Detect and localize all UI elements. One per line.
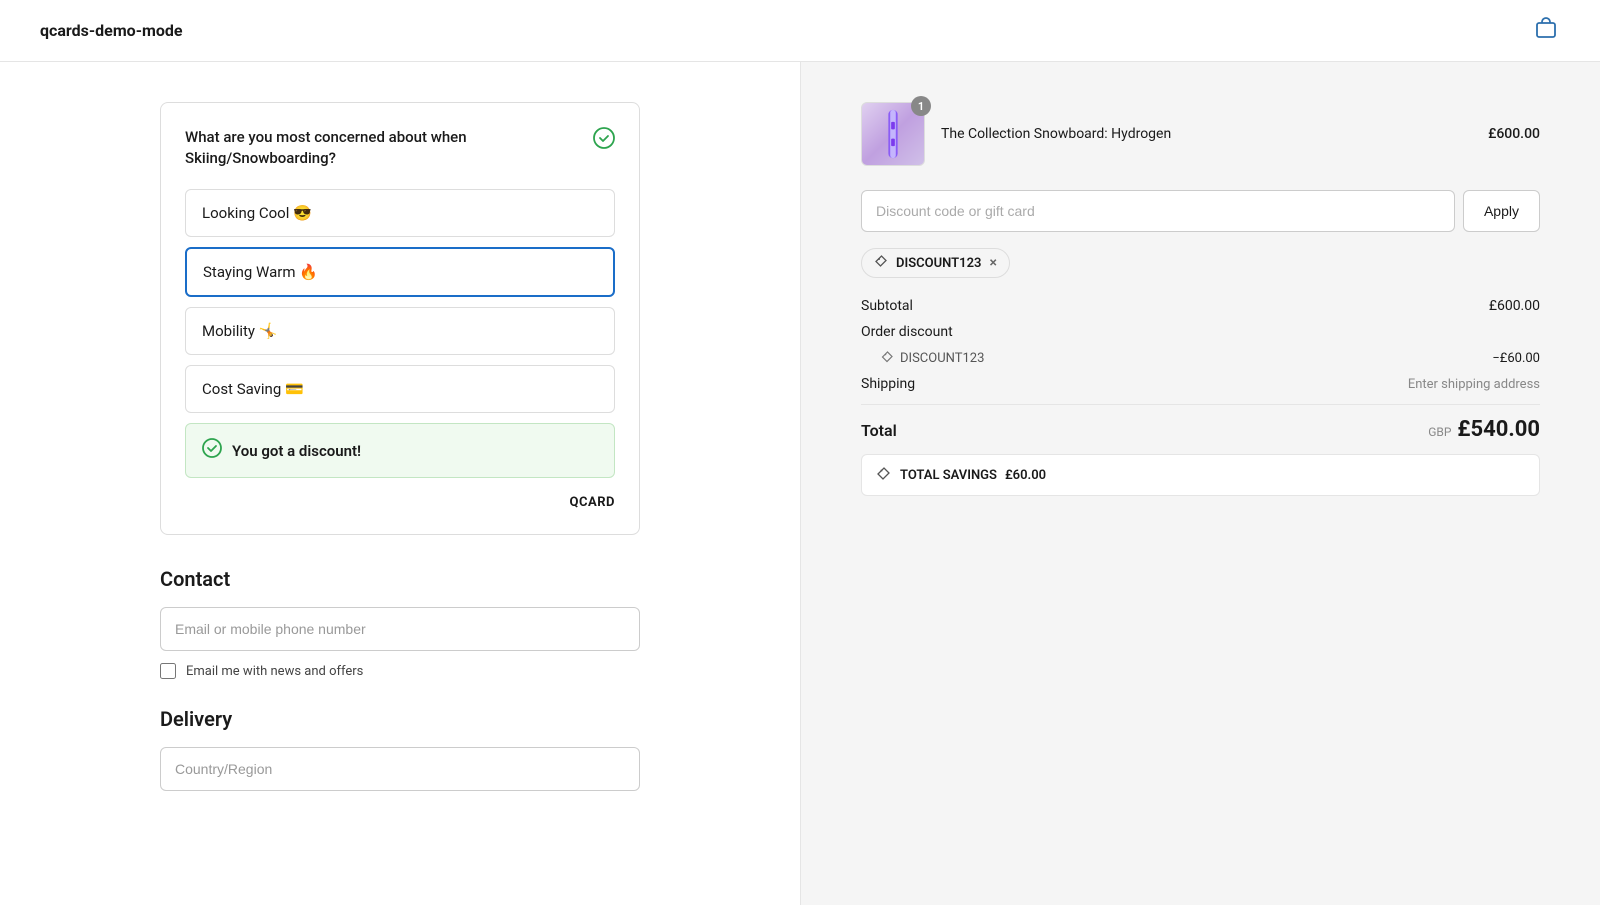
discount-code-label: DISCOUNT123 bbox=[900, 351, 984, 366]
delivery-section: Delivery bbox=[160, 707, 640, 791]
option-cost-saving[interactable]: Cost Saving 💳 bbox=[185, 365, 615, 413]
product-quantity-badge: 1 bbox=[911, 96, 931, 116]
qcard-brand-label: QCARD bbox=[570, 495, 615, 510]
option-label: Cost Saving 💳 bbox=[202, 380, 304, 398]
applied-discount-tag: DISCOUNT123 × bbox=[861, 248, 1010, 278]
product-name: The Collection Snowboard: Hydrogen bbox=[941, 126, 1472, 142]
right-panel: 1 The Collection Snowboard: Hydrogen £60… bbox=[800, 62, 1600, 905]
savings-label: TOTAL SAVINGS bbox=[900, 468, 997, 483]
left-panel: What are you most concerned about when S… bbox=[0, 62, 800, 905]
savings-banner: TOTAL SAVINGS £60.00 bbox=[861, 454, 1540, 496]
product-row: 1 The Collection Snowboard: Hydrogen £60… bbox=[861, 102, 1540, 166]
total-amount: £540.00 bbox=[1457, 417, 1540, 442]
product-info: The Collection Snowboard: Hydrogen bbox=[941, 126, 1472, 142]
qcard-question: What are you most concerned about when S… bbox=[185, 127, 572, 169]
email-offers-row: Email me with news and offers bbox=[160, 663, 640, 679]
subtotal-value: £600.00 bbox=[1489, 298, 1540, 314]
remove-discount-button[interactable]: × bbox=[989, 256, 996, 270]
cart-icon bbox=[1532, 14, 1560, 42]
discount-input-row: Apply bbox=[861, 190, 1540, 232]
header: qcards-demo-mode bbox=[0, 0, 1600, 62]
option-label: Looking Cool 😎 bbox=[202, 204, 312, 222]
product-image-wrapper: 1 bbox=[861, 102, 925, 166]
email-offers-checkbox[interactable] bbox=[160, 663, 176, 679]
qcard-widget: What are you most concerned about when S… bbox=[160, 102, 640, 535]
applied-discount-code: DISCOUNT123 bbox=[896, 256, 981, 271]
total-line: Total GBP £540.00 bbox=[861, 417, 1540, 442]
discount-code-line: DISCOUNT123 −£60.00 bbox=[861, 350, 1540, 366]
shipping-label: Shipping bbox=[861, 376, 915, 392]
qcard-complete-icon bbox=[593, 127, 615, 154]
discount-check-icon bbox=[202, 438, 222, 463]
savings-amount: £60.00 bbox=[1005, 468, 1046, 483]
option-mobility[interactable]: Mobility 🤸 bbox=[185, 307, 615, 355]
discount-success-banner: You got a discount! bbox=[185, 423, 615, 478]
apply-discount-button[interactable]: Apply bbox=[1463, 190, 1540, 232]
total-label: Total bbox=[861, 421, 897, 440]
option-label: Mobility 🤸 bbox=[202, 322, 277, 340]
discount-code-input[interactable] bbox=[861, 190, 1455, 232]
order-discount-label: Order discount bbox=[861, 324, 953, 340]
option-looking-cool[interactable]: Looking Cool 😎 bbox=[185, 189, 615, 237]
subtotal-label: Subtotal bbox=[861, 298, 913, 314]
delivery-title: Delivery bbox=[160, 707, 640, 731]
snowboard-svg bbox=[879, 108, 907, 160]
discount-success-text: You got a discount! bbox=[232, 442, 361, 460]
site-title: qcards-demo-mode bbox=[40, 21, 183, 40]
order-discount-line: Order discount bbox=[861, 324, 1540, 340]
option-label: Staying Warm 🔥 bbox=[203, 263, 318, 281]
discount-tag-icon bbox=[874, 254, 888, 272]
total-right: GBP £540.00 bbox=[1428, 417, 1540, 442]
subtotal-line: Subtotal £600.00 bbox=[861, 298, 1540, 314]
cart-button[interactable] bbox=[1532, 14, 1560, 47]
discount-code-display: DISCOUNT123 bbox=[881, 350, 984, 366]
contact-section: Contact Email me with news and offers bbox=[160, 567, 640, 679]
discount-inline-icon bbox=[881, 350, 894, 366]
applied-discount-container: DISCOUNT123 × bbox=[861, 248, 1540, 298]
qcard-header: What are you most concerned about when S… bbox=[185, 127, 615, 169]
total-currency: GBP bbox=[1428, 425, 1451, 439]
qcard-footer: QCARD bbox=[185, 494, 615, 510]
discount-value: −£60.00 bbox=[1492, 351, 1540, 366]
summary-divider bbox=[861, 404, 1540, 405]
email-offers-label: Email me with news and offers bbox=[186, 664, 363, 679]
country-region-input[interactable] bbox=[160, 747, 640, 791]
email-input[interactable] bbox=[160, 607, 640, 651]
product-price: £600.00 bbox=[1488, 126, 1540, 142]
shipping-value: Enter shipping address bbox=[1408, 377, 1540, 392]
main-layout: What are you most concerned about when S… bbox=[0, 62, 1600, 905]
contact-title: Contact bbox=[160, 567, 640, 591]
savings-icon bbox=[876, 465, 892, 485]
shipping-line: Shipping Enter shipping address bbox=[861, 376, 1540, 392]
option-staying-warm[interactable]: Staying Warm 🔥 bbox=[185, 247, 615, 297]
